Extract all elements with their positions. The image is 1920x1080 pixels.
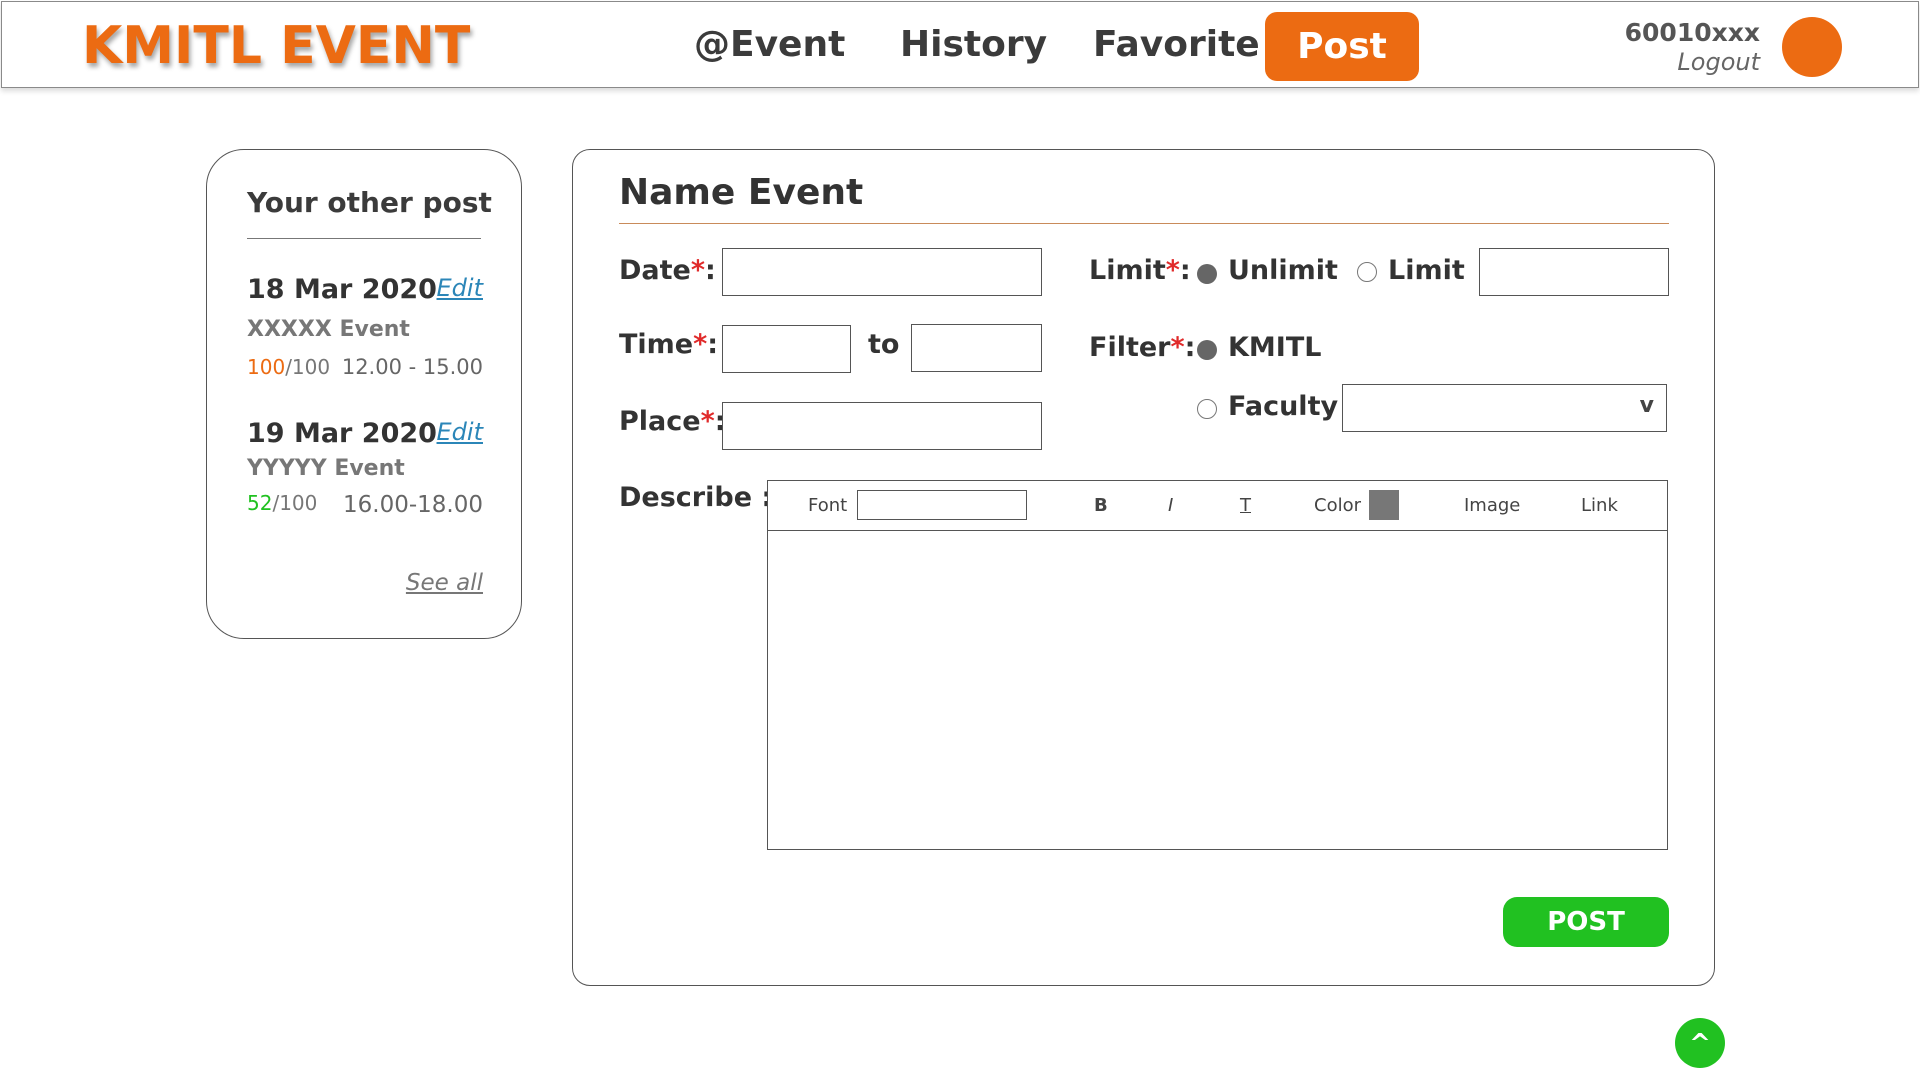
editor-toolbar: Font B I T Color Image Link (768, 481, 1667, 531)
nav-post[interactable]: Post (1265, 12, 1419, 81)
post-time: 12.00 - 15.00 (341, 355, 483, 379)
other-posts-title: Your other post (247, 186, 492, 219)
faculty-select[interactable]: v (1342, 384, 1667, 432)
other-posts-panel: Your other post 18 Mar 2020 Edit XXXXX E… (206, 149, 522, 639)
avatar[interactable] (1782, 17, 1842, 77)
post-count-total: /100 (272, 491, 318, 515)
time-label: Time*: (619, 329, 719, 360)
post-count-total: /100 (285, 355, 331, 379)
post-count: 52/100 (247, 491, 317, 515)
describe-label: Describe : (619, 482, 773, 513)
limit-number-input[interactable] (1479, 248, 1669, 296)
post-date: 19 Mar 2020 (247, 418, 437, 449)
limit-unlimit-radio[interactable] (1197, 264, 1217, 284)
date-input[interactable] (722, 248, 1042, 296)
filter-kmitl-radio[interactable] (1197, 340, 1217, 360)
post-edit-link[interactable]: Edit (437, 274, 483, 302)
see-all-link[interactable]: See all (406, 570, 483, 596)
logout-link[interactable]: Logout (1677, 48, 1760, 76)
color-label[interactable]: Color (1314, 495, 1361, 516)
font-label: Font (808, 495, 848, 516)
divider (247, 238, 481, 239)
italic-button[interactable]: I (1168, 495, 1173, 516)
nav-favorite[interactable]: Favorite (1093, 24, 1260, 65)
post-date: 18 Mar 2020 (247, 274, 437, 305)
time-start-input[interactable] (722, 325, 851, 373)
time-end-input[interactable] (911, 324, 1042, 372)
app-logo[interactable]: KMITL EVENT (82, 16, 470, 76)
font-select[interactable] (857, 490, 1027, 520)
post-time: 16.00-18.00 (343, 492, 483, 518)
limit-limit-radio[interactable] (1357, 262, 1377, 282)
post-button[interactable]: POST (1503, 897, 1669, 947)
limit-unlimit-label[interactable]: Unlimit (1228, 255, 1338, 286)
top-navbar: KMITL EVENT @Event History Favorite Post… (1, 1, 1919, 88)
nav-history[interactable]: History (900, 24, 1047, 65)
filter-faculty-radio[interactable] (1197, 399, 1217, 419)
link-button[interactable]: Link (1581, 495, 1618, 516)
limit-limit-label[interactable]: Limit (1388, 255, 1465, 286)
description-editor[interactable]: Font B I T Color Image Link (767, 480, 1668, 850)
nav-event[interactable]: @Event (694, 24, 845, 65)
user-id: 60010xxx (1624, 18, 1760, 47)
post-count-value: 52 (247, 491, 273, 515)
filter-label: Filter*: (1089, 332, 1196, 363)
underline-button[interactable]: T (1240, 495, 1251, 516)
filter-faculty-label[interactable]: Faculty (1228, 391, 1338, 422)
post-edit-link[interactable]: Edit (437, 418, 483, 446)
time-to-label: to (868, 329, 900, 360)
limit-label: Limit*: (1089, 255, 1191, 286)
date-label: Date*: (619, 255, 716, 286)
place-input[interactable] (722, 402, 1042, 450)
chevron-down-icon: v (1639, 393, 1654, 418)
event-name-title[interactable]: Name Event (619, 172, 863, 213)
divider (619, 223, 1669, 224)
filter-kmitl-label[interactable]: KMITL (1228, 332, 1321, 363)
color-swatch[interactable] (1369, 490, 1399, 520)
bold-button[interactable]: B (1094, 495, 1108, 516)
post-count-value: 100 (247, 355, 286, 379)
scroll-to-top-button[interactable]: ^ (1675, 1018, 1725, 1068)
post-event-form: Name Event Date*: Time*: to Place*: Limi… (572, 149, 1715, 986)
post-name: XXXXX Event (247, 317, 410, 342)
image-button[interactable]: Image (1464, 495, 1520, 516)
post-count: 100/100 (247, 355, 330, 379)
place-label: Place*: (619, 406, 726, 437)
post-name: YYYYY Event (247, 456, 405, 481)
